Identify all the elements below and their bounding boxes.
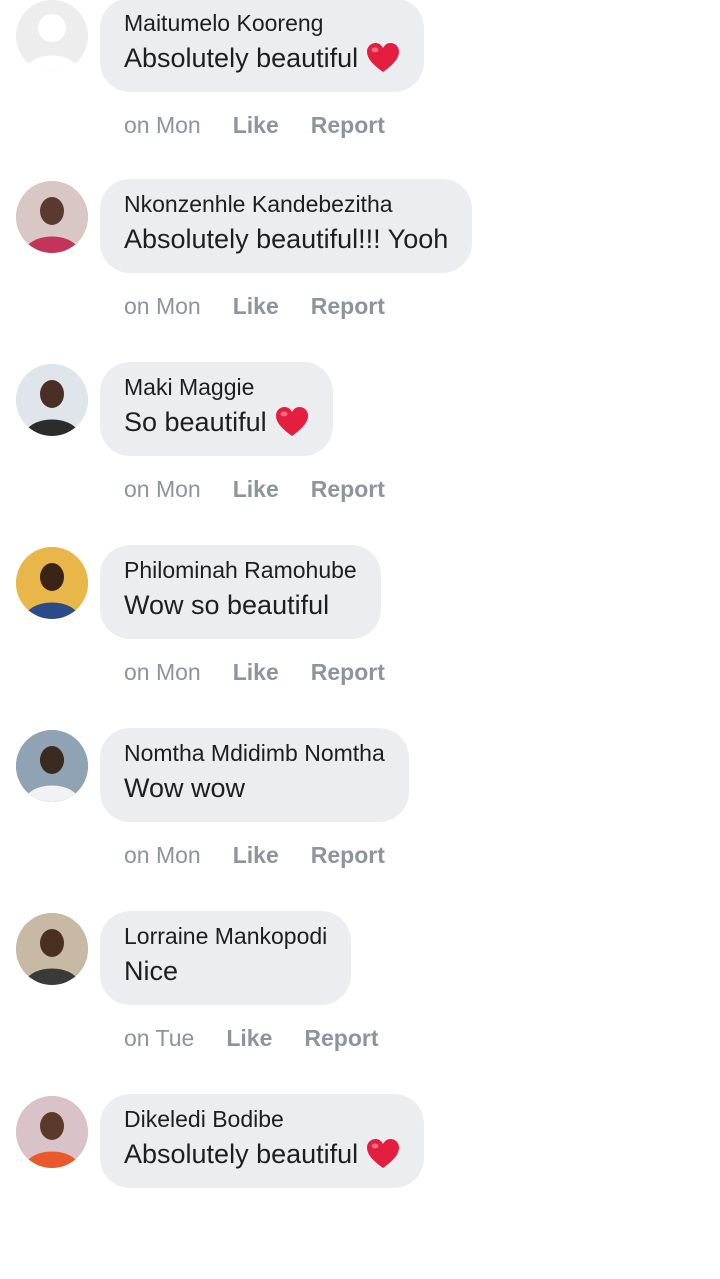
report-button[interactable]: Report bbox=[311, 659, 385, 686]
comment-item: Nomtha Mdidimb Nomtha Wow wow on Mon Like Re… bbox=[0, 728, 720, 913]
comment-text: Absolutely beautiful bbox=[124, 43, 359, 73]
comment-actions: on Mon Like Report bbox=[124, 842, 385, 869]
comment-author[interactable]: Nomtha Mdidimb Nomtha bbox=[124, 738, 385, 768]
comment-timestamp: on Mon bbox=[124, 659, 201, 685]
comment-text: Wow so beautiful bbox=[124, 590, 330, 620]
comment-item: Maitumelo Kooreng Absolutely beautiful on … bbox=[0, 0, 720, 183]
comment-bubble[interactable]: Philominah Ramohube Wow so beautiful bbox=[100, 545, 381, 639]
comment-bubble[interactable]: Maki Maggie So beautiful bbox=[100, 362, 333, 456]
comment-timestamp: on Mon bbox=[124, 112, 201, 138]
report-button[interactable]: Report bbox=[311, 293, 385, 320]
like-button[interactable]: Like bbox=[233, 659, 279, 686]
heart-emoji-icon bbox=[275, 406, 309, 438]
comment-text: Absolutely beautiful bbox=[124, 1139, 359, 1169]
comment-text-row: Absolutely beautiful!!! Yooh bbox=[124, 219, 448, 259]
like-button[interactable]: Like bbox=[233, 112, 279, 139]
comment-timestamp: on Mon bbox=[124, 842, 201, 868]
avatar[interactable] bbox=[16, 913, 88, 985]
comment-item: Philominah Ramohube Wow so beautiful on Mo… bbox=[0, 545, 720, 730]
comment-text-row: Absolutely beautiful bbox=[124, 1134, 400, 1174]
comment-actions: on Mon Like Report bbox=[124, 293, 385, 320]
comment-timestamp: on Mon bbox=[124, 476, 201, 502]
comment-actions: on Mon Like Report bbox=[124, 112, 385, 139]
report-button[interactable]: Report bbox=[311, 476, 385, 503]
comment-author[interactable]: Lorraine Mankopodi bbox=[124, 921, 327, 951]
comment-item: Maki Maggie So beautiful on Mon Like Report bbox=[0, 362, 720, 547]
comment-text-row: Wow so beautiful bbox=[124, 585, 357, 625]
like-button[interactable]: Like bbox=[233, 476, 279, 503]
comment-actions: on Tue Like Report bbox=[124, 1025, 379, 1052]
comment-text: Nice bbox=[124, 956, 179, 986]
comment-actions: on Mon Like Report bbox=[124, 476, 385, 503]
comment-text: Wow wow bbox=[124, 773, 246, 803]
avatar[interactable] bbox=[16, 181, 88, 253]
comment-timestamp: on Tue bbox=[124, 1025, 195, 1051]
heart-emoji-icon bbox=[366, 42, 400, 74]
comment-bubble[interactable]: Nomtha Mdidimb Nomtha Wow wow bbox=[100, 728, 409, 822]
comment-author[interactable]: Maki Maggie bbox=[124, 372, 309, 402]
avatar[interactable] bbox=[16, 364, 88, 436]
avatar[interactable] bbox=[16, 1096, 88, 1168]
comment-bubble[interactable]: Maitumelo Kooreng Absolutely beautiful bbox=[100, 0, 425, 92]
comment-bubble[interactable]: Nkonzenhle Kandebezitha Absolutely beauti… bbox=[100, 179, 473, 273]
report-button[interactable]: Report bbox=[311, 112, 385, 139]
comment-actions: on Mon Like Report bbox=[124, 659, 385, 686]
comment-item: Dikeledi Bodibe Absolutely beautiful bbox=[0, 1094, 720, 1279]
comment-text-row: Wow wow bbox=[124, 768, 385, 808]
comment-author[interactable]: Dikeledi Bodibe bbox=[124, 1104, 400, 1134]
comment-bubble[interactable]: Lorraine Mankopodi Nice bbox=[100, 911, 352, 1005]
like-button[interactable]: Like bbox=[233, 293, 279, 320]
comment-bubble[interactable]: Dikeledi Bodibe Absolutely beautiful bbox=[100, 1094, 425, 1188]
heart-emoji-icon bbox=[366, 1138, 400, 1170]
report-button[interactable]: Report bbox=[304, 1025, 378, 1052]
comment-author[interactable]: Philominah Ramohube bbox=[124, 555, 357, 585]
comment-timestamp: on Mon bbox=[124, 293, 201, 319]
comment-text-row: Absolutely beautiful bbox=[124, 38, 400, 78]
avatar[interactable] bbox=[16, 547, 88, 619]
like-button[interactable]: Like bbox=[233, 842, 279, 869]
avatar[interactable] bbox=[16, 730, 88, 802]
comment-text: Absolutely beautiful!!! Yooh bbox=[124, 224, 449, 254]
comment-item: Nkonzenhle Kandebezitha Absolutely beauti… bbox=[0, 179, 720, 364]
report-button[interactable]: Report bbox=[311, 842, 385, 869]
comment-text-row: Nice bbox=[124, 951, 327, 991]
like-button[interactable]: Like bbox=[226, 1025, 272, 1052]
comment-author[interactable]: Maitumelo Kooreng bbox=[124, 8, 400, 38]
default-avatar-icon[interactable] bbox=[16, 0, 88, 72]
comment-text-row: So beautiful bbox=[124, 402, 309, 442]
comment-item: Lorraine Mankopodi Nice on Tue Like Report bbox=[0, 911, 720, 1096]
comment-text: So beautiful bbox=[124, 407, 267, 437]
comment-author[interactable]: Nkonzenhle Kandebezitha bbox=[124, 189, 448, 219]
